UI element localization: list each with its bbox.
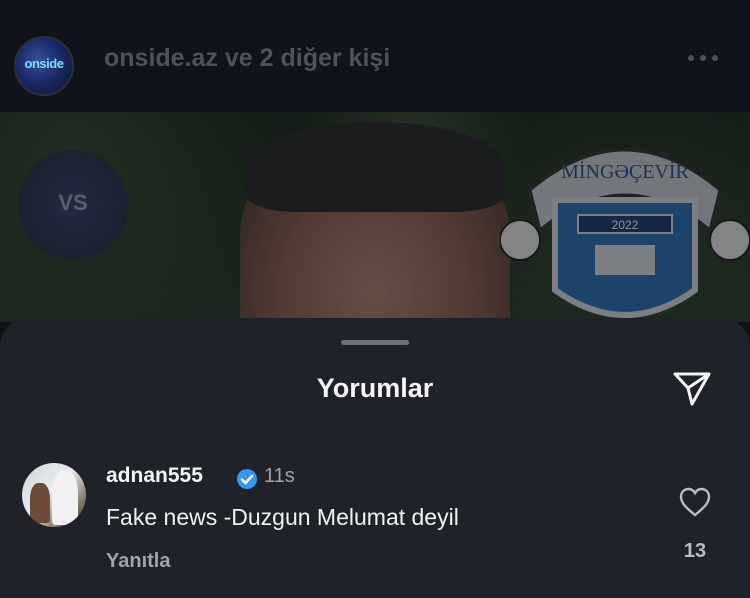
more-options-icon[interactable] xyxy=(688,48,728,68)
comment-time: 11s xyxy=(264,465,295,487)
sheet-title: Yorumlar xyxy=(316,373,434,403)
post-image: VS MİNGƏÇEVİR 2022 xyxy=(0,112,750,322)
verified-badge-icon xyxy=(237,469,257,489)
sheet-drag-handle[interactable] xyxy=(341,340,409,345)
like-count: 13 xyxy=(683,540,707,562)
like-heart-icon[interactable] xyxy=(678,486,712,518)
comment-username[interactable]: adnan555 xyxy=(106,464,203,488)
comments-sheet: Yorumlar adnan555 11s Fake news -Duzgun … xyxy=(0,318,750,598)
account-avatar-logo: onside xyxy=(24,56,64,71)
post-header: onside onside.az ve 2 diğer kişi xyxy=(0,0,750,112)
post-authors[interactable]: onside.az ve 2 diğer kişi xyxy=(104,44,390,73)
reply-button[interactable]: Yanıtla xyxy=(106,550,170,573)
comment-text: Fake news -Duzgun Melumat deyil xyxy=(106,504,459,530)
commenter-avatar[interactable] xyxy=(22,463,86,527)
share-icon[interactable] xyxy=(670,366,714,410)
author-others[interactable]: ve 2 diğer kişi xyxy=(225,44,390,72)
account-avatar[interactable]: onside xyxy=(14,36,74,96)
author-name[interactable]: onside.az xyxy=(104,44,218,72)
